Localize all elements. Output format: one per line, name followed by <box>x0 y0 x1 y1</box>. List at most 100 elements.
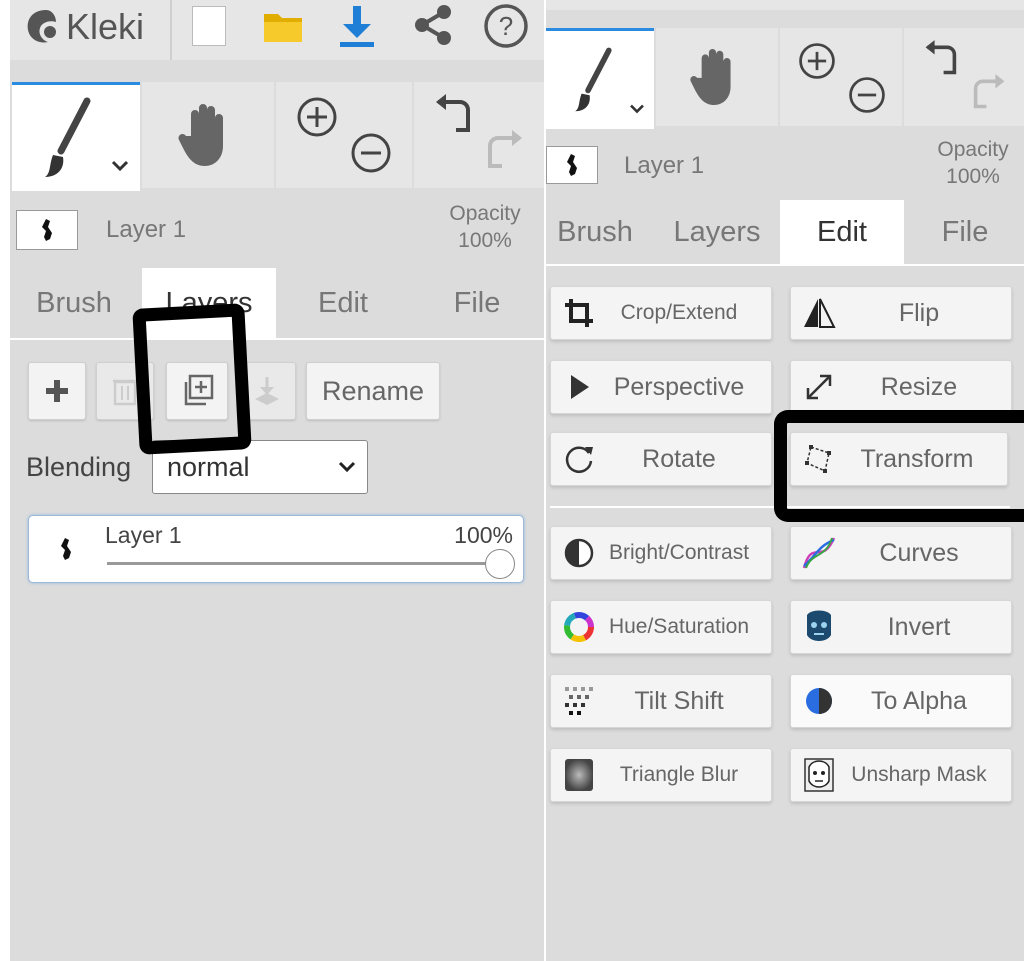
unsharp-face-icon <box>804 758 834 792</box>
add-layer-button[interactable] <box>28 362 86 420</box>
chevron-down-icon <box>338 461 356 473</box>
flip-label: Flip <box>898 298 940 327</box>
brush-tool-button[interactable] <box>12 82 140 191</box>
layer-opacity-readout: Opacity 100% <box>440 200 530 254</box>
opacity-value: 100% <box>946 165 1000 188</box>
resize-label: Resize <box>880 372 958 401</box>
blur-icon <box>565 759 593 791</box>
download-icon[interactable] <box>336 4 378 48</box>
zoom-out-icon[interactable] <box>348 130 394 176</box>
annotation-mark-transform <box>774 410 1024 522</box>
chevron-down-icon[interactable] <box>628 103 646 115</box>
zoom-out-icon[interactable] <box>846 74 888 116</box>
plus-icon <box>46 380 68 402</box>
tab-edit-right[interactable]: Edit <box>780 200 904 264</box>
bright-contrast-button[interactable]: Bright/Contrast <box>550 526 772 580</box>
hue-saturation-label: Hue/Saturation <box>608 615 750 638</box>
resize-icon <box>806 374 832 400</box>
hand-tool-button-right[interactable] <box>656 28 778 126</box>
brush-tool-button-right[interactable] <box>546 28 654 129</box>
tilt-shift-label: Tilt Shift <box>634 686 724 715</box>
app-name: Kleki <box>66 6 145 47</box>
triangle-blur-button[interactable]: Triangle Blur <box>550 748 772 802</box>
opacity-value: 100% <box>458 229 512 252</box>
contrast-icon <box>564 538 594 568</box>
share-icon[interactable] <box>410 2 456 48</box>
curves-label: Curves <box>879 538 959 567</box>
help-icon[interactable]: ? <box>482 2 530 50</box>
resize-button[interactable]: Resize <box>790 360 1012 414</box>
figure-icon <box>61 538 71 560</box>
topbar-divider <box>170 0 172 60</box>
rename-layer-button[interactable]: Rename <box>306 362 440 420</box>
annotation-mark-duplicate <box>132 303 252 455</box>
triangle-blur-label: Triangle Blur <box>619 763 739 786</box>
current-layer-name-right: Layer 1 <box>624 152 705 179</box>
bright-contrast-label: Bright/Contrast <box>608 541 750 564</box>
layer-item-thumbnail <box>37 526 95 572</box>
rotate-icon <box>565 446 593 473</box>
layer-item-opacity: 100% <box>454 522 513 548</box>
tilt-shift-button[interactable]: Tilt Shift <box>550 674 772 728</box>
hand-icon <box>178 104 223 166</box>
trash-icon <box>113 379 137 406</box>
layer-item-name: Layer 1 <box>105 522 182 548</box>
perspective-icon <box>571 375 589 399</box>
perspective-label: Perspective <box>613 372 745 401</box>
perspective-button[interactable]: Perspective <box>550 360 772 414</box>
tab-brush-right[interactable]: Brush <box>546 200 644 264</box>
undo-icon[interactable] <box>922 40 958 78</box>
layer-opacity-slider-track[interactable] <box>107 562 497 565</box>
redo-icon[interactable] <box>972 74 1008 112</box>
brush-icon <box>45 97 91 177</box>
curves-icon <box>802 537 836 569</box>
current-layer-thumbnail[interactable] <box>16 210 78 250</box>
to-alpha-label: To Alpha <box>871 686 967 715</box>
tab-underline <box>10 338 544 340</box>
crop-icon <box>565 299 593 327</box>
tab-layers-right[interactable]: Layers <box>654 200 780 264</box>
opacity-label: Opacity <box>449 202 521 225</box>
invert-button[interactable]: Invert <box>790 600 1012 654</box>
open-folder-icon[interactable] <box>262 8 304 44</box>
tab-file-right[interactable]: File <box>906 200 1024 264</box>
tab-edit[interactable]: Edit <box>276 268 410 338</box>
crop-extend-label: Crop/Extend <box>620 301 738 324</box>
undo-icon[interactable] <box>432 94 472 136</box>
invert-face-icon <box>807 610 831 641</box>
brush-icon <box>575 47 612 112</box>
new-file-icon[interactable] <box>192 6 226 46</box>
topbar-bottom-line <box>10 60 544 80</box>
svg-text:?: ? <box>499 11 513 41</box>
tilt-shift-icon <box>565 687 593 715</box>
flip-icon <box>804 298 836 328</box>
unsharp-mask-button[interactable]: Unsharp Mask <box>790 748 1012 802</box>
current-layer-thumbnail-right[interactable] <box>546 146 598 184</box>
opacity-label: Opacity <box>937 138 1009 161</box>
right-panel-top-strip <box>546 0 1024 10</box>
tab-file[interactable]: File <box>410 268 544 338</box>
kleki-logo-icon <box>27 10 56 43</box>
kleki-logo[interactable]: Kleki <box>22 4 144 50</box>
layer-opacity-slider-handle[interactable] <box>485 549 515 579</box>
current-layer-name: Layer 1 <box>106 216 187 243</box>
redo-icon[interactable] <box>486 130 526 172</box>
figure-icon <box>42 219 52 241</box>
to-alpha-button[interactable]: To Alpha <box>790 674 1012 728</box>
blending-label: Blending <box>26 452 132 482</box>
figure-icon <box>567 154 577 176</box>
curves-button[interactable]: Curves <box>790 526 1012 580</box>
flip-button[interactable]: Flip <box>790 286 1012 340</box>
tab-underline-right <box>546 264 1024 266</box>
zoom-in-icon[interactable] <box>294 94 340 140</box>
blending-value: normal <box>167 451 250 482</box>
hand-tool-button[interactable] <box>142 82 274 188</box>
zoom-in-icon[interactable] <box>796 40 838 82</box>
rotate-button[interactable]: Rotate <box>550 432 772 486</box>
invert-label: Invert <box>887 612 951 641</box>
layer-list-item[interactable]: Layer 1 100% <box>28 515 524 583</box>
chevron-down-icon[interactable] <box>110 159 130 173</box>
hue-saturation-button[interactable]: Hue/Saturation <box>550 600 772 654</box>
tab-brush[interactable]: Brush <box>10 268 138 338</box>
crop-extend-button[interactable]: Crop/Extend <box>550 286 772 340</box>
